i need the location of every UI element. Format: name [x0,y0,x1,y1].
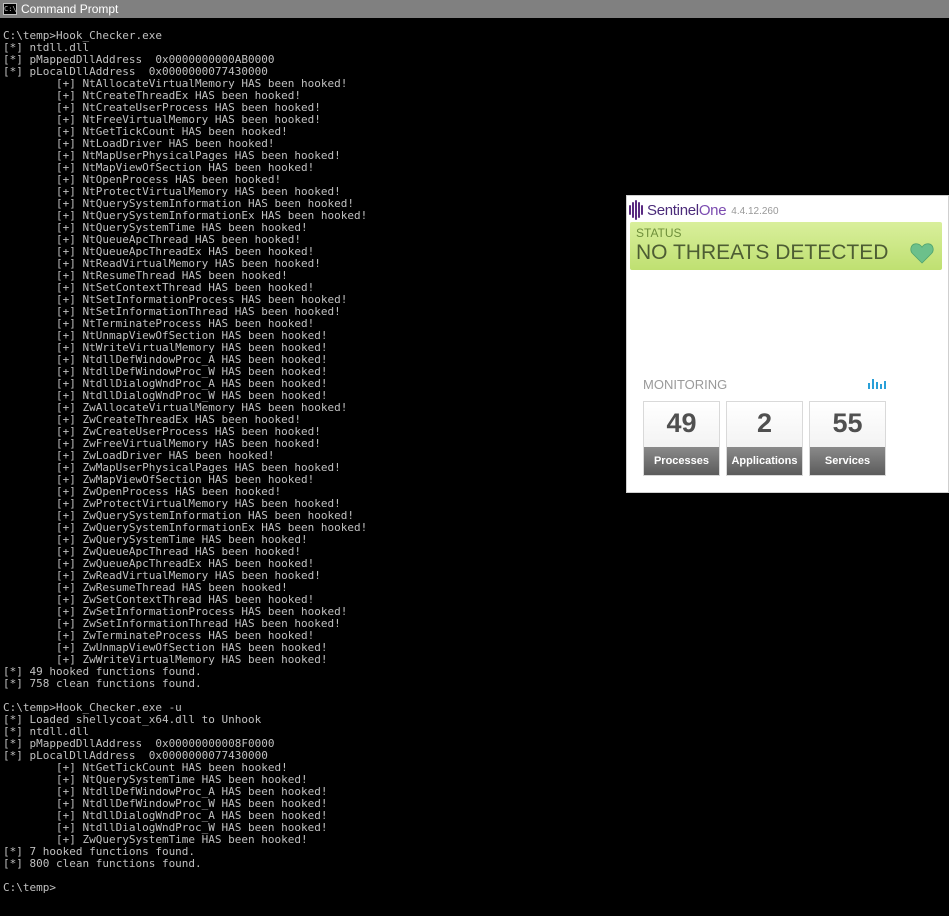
status-panel: STATUS NO THREATS DETECTED [630,222,942,270]
sentinelone-brand: SentinelOne [647,201,727,219]
heart-icon [910,243,934,264]
services-label: Services [810,447,885,475]
console-line: [*] 800 clean functions found. [3,857,202,870]
services-tile[interactable]: 55 Services [809,401,886,476]
applications-tile[interactable]: 2 Applications [726,401,803,476]
status-label: STATUS [636,226,682,240]
console-line: [*] Loaded shellycoat_x64.dll to Unhook [3,713,262,726]
cmd-icon: C:\ [3,3,17,15]
monitoring-label: MONITORING [643,377,728,392]
title-bar[interactable]: C:\ Command Prompt [0,0,949,18]
sentinelone-logo-icon [629,200,643,220]
sentinelone-widget: SentinelOne 4.4.12.260 STATUS NO THREATS… [626,195,949,493]
signal-icon [868,379,886,389]
applications-label: Applications [727,447,802,475]
console-line: [*] 758 clean functions found. [3,677,202,690]
processes-label: Processes [644,447,719,475]
services-count: 55 [832,408,863,438]
console-line: C:\temp>Hook_Checker.exe [3,29,162,42]
sentinelone-header: SentinelOne 4.4.12.260 [629,199,779,221]
applications-count: 2 [756,408,773,438]
processes-tile[interactable]: 49 Processes [643,401,720,476]
window-title: Command Prompt [21,2,119,16]
console-line: C:\temp> [3,881,56,894]
status-text: NO THREATS DETECTED [636,241,889,264]
version-label: 4.4.12.260 [731,206,779,217]
processes-count: 49 [666,408,697,438]
